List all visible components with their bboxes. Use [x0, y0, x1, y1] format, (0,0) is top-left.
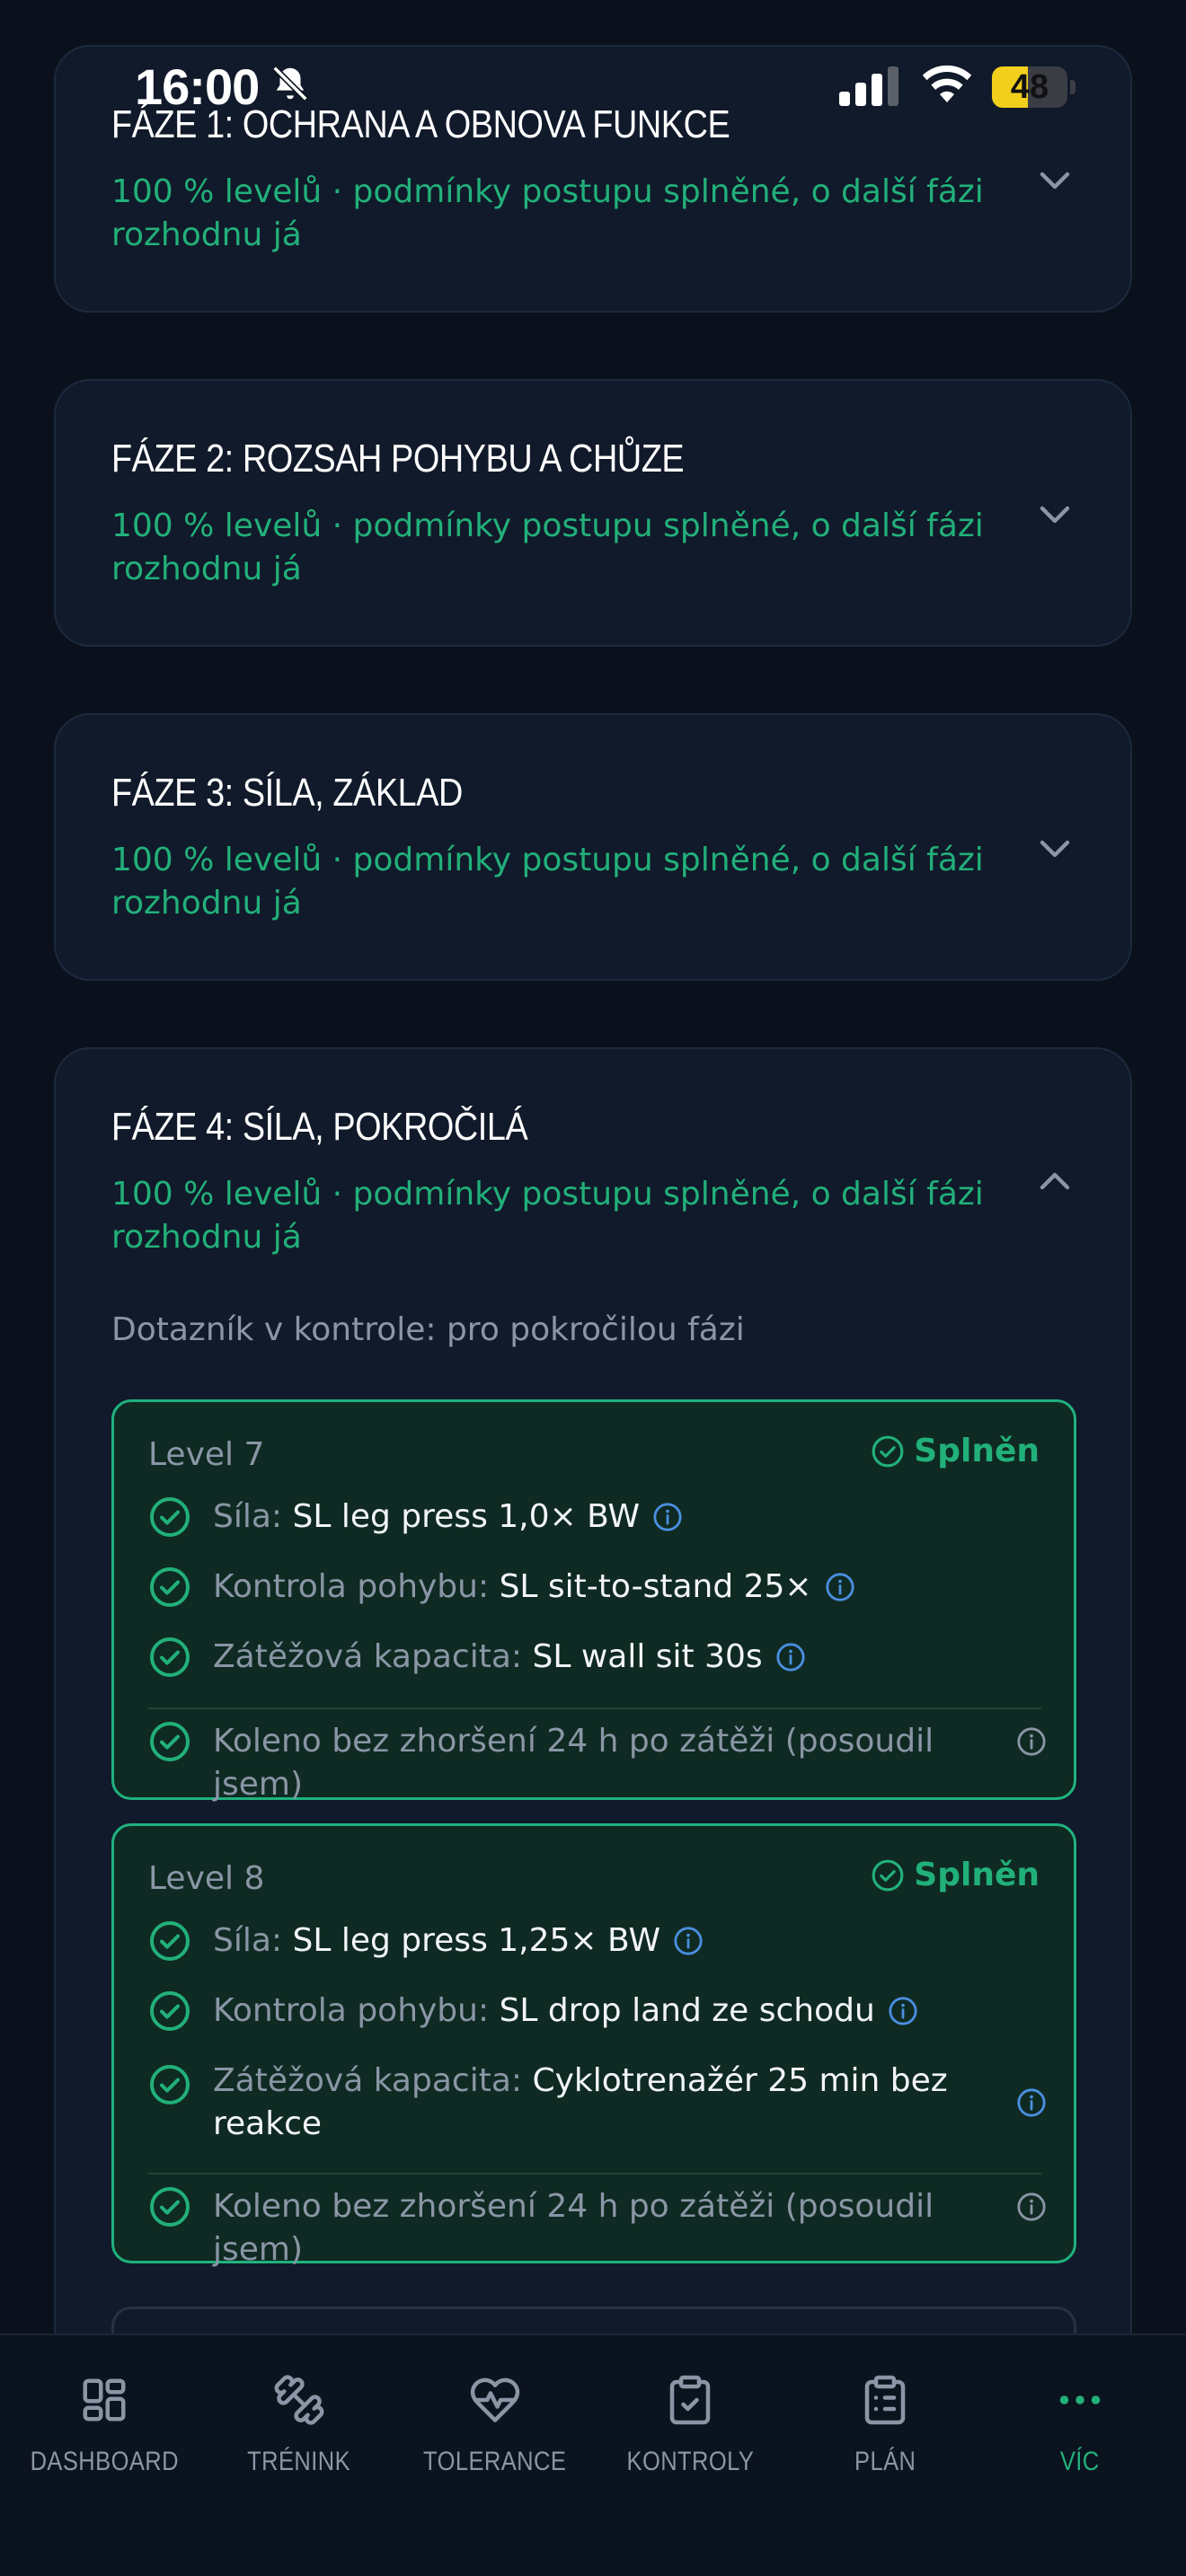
dashboard-grid-icon: [83, 2378, 126, 2422]
level-title: Level 8: [148, 1860, 265, 1897]
requirement-text: Síla: SL leg press 1,0× BW: [213, 1495, 640, 1539]
nav-label: PLÁN: [854, 2447, 916, 2476]
requirement-label: Kontrola pohybu:: [213, 1568, 490, 1605]
check-circle-icon: [150, 1497, 190, 1537]
bottom-navigation: DASHBOARD TRÉNINK TOLERANCE KONTROLY PLÁ…: [0, 2333, 1186, 2576]
nav-trenink[interactable]: TRÉNINK: [202, 2373, 396, 2517]
info-icon[interactable]: [673, 1926, 704, 1956]
requirement-text: Kontrola pohybu: SL sit-to-stand 25×: [213, 1566, 812, 1609]
check-circle-icon: [150, 2065, 190, 2104]
check-circle-icon: [150, 1637, 190, 1677]
chevron-down-icon[interactable]: [1033, 826, 1076, 869]
level-card-next[interactable]: [111, 2307, 1076, 2335]
requirement-value: SL wall sit 30s: [532, 1638, 763, 1675]
phase-progress-text: 100 % levelů · podmínky postupu splněné,…: [111, 173, 984, 253]
requirement-row: Kontrola pohybu: SL sit-to-stand 25×: [148, 1566, 1047, 1609]
more-dots-icon: [1059, 2395, 1101, 2404]
nav-label: DASHBOARD: [30, 2447, 179, 2476]
nav-label: TRÉNINK: [247, 2447, 351, 2476]
status-time: 16:00: [135, 58, 260, 115]
dumbbell-icon: [274, 2375, 324, 2425]
requirement-text: Zátěžová kapacita: Cyklotrenažér 25 min …: [213, 2060, 968, 2146]
requirement-row: Zátěžová kapacita: SL wall sit 30s: [148, 1636, 1047, 1679]
requirement-text: Síla: SL leg press 1,25× BW: [213, 1919, 660, 1963]
level-card-8[interactable]: Level 8 Splněn Síla: SL leg press 1,25× …: [111, 1823, 1076, 2268]
check-circle-icon: [150, 2187, 190, 2227]
phase-card-2[interactable]: FÁZE 2: ROZSAH POHYBU A CHŮZE 100 % leve…: [54, 379, 1132, 647]
clipboard-list-icon: [864, 2375, 906, 2425]
info-icon[interactable]: [825, 1572, 855, 1602]
check-circle-icon: [150, 1921, 190, 1961]
requirement-value: SL leg press 1,25× BW: [292, 1922, 661, 1959]
divider: [148, 2173, 1041, 2175]
knee-check-text: Koleno bez zhoršení 24 h po zátěži (poso…: [213, 2188, 934, 2268]
requirement-label: Síla:: [213, 1498, 283, 1535]
check-circle-icon: [872, 1435, 904, 1467]
requirement-value: SL leg press 1,0× BW: [292, 1498, 641, 1535]
phase-progress-text: 100 % levelů · podmínky postupu splněné,…: [111, 507, 984, 587]
requirement-row: Kontrola pohybu: SL drop land ze schodu: [148, 1989, 1047, 2033]
level-title: Level 7: [148, 1436, 265, 1473]
heart-pulse-icon: [470, 2378, 520, 2422]
knee-check-row: Koleno bez zhoršení 24 h po zátěži (poso…: [148, 2185, 1047, 2272]
phase-title: FÁZE 4: SÍLA, POKROČILÁ: [111, 1105, 528, 1149]
nav-label: TOLERANCE: [423, 2447, 567, 2476]
nav-plan[interactable]: PLÁN: [788, 2373, 982, 2517]
nav-label: KONTROLY: [626, 2447, 754, 2476]
chevron-up-icon[interactable]: [1033, 1160, 1076, 1204]
phases-scroll-area[interactable]: FÁZE 1: OCHRANA A OBNOVA FUNKCE 100 % le…: [0, 0, 1186, 2335]
requirement-row: Síla: SL leg press 1,25× BW: [148, 1919, 1047, 1963]
phase-title: FÁZE 2: ROZSAH POHYBU A CHŮZE: [111, 437, 685, 481]
phase-card-4[interactable]: FÁZE 4: SÍLA, POKROČILÁ 100 % levelů · p…: [54, 1047, 1132, 2335]
nav-tolerance[interactable]: TOLERANCE: [398, 2373, 592, 2517]
chevron-down-icon[interactable]: [1033, 492, 1076, 535]
requirement-label: Kontrola pohybu:: [213, 1992, 490, 2029]
nav-vic[interactable]: VÍC: [983, 2373, 1177, 2517]
level-card-7[interactable]: Level 7 Splněn Síla: SL leg press 1,0× B…: [111, 1399, 1076, 1803]
phase-card-3[interactable]: FÁZE 3: SÍLA, ZÁKLAD 100 % levelů · podm…: [54, 713, 1132, 981]
nav-dashboard[interactable]: DASHBOARD: [7, 2373, 201, 2517]
level-status-badge: Splněn: [871, 1857, 1040, 1893]
check-circle-icon: [150, 1722, 190, 1761]
requirement-row: Zátěžová kapacita: Cyklotrenažér 25 min …: [148, 2060, 1047, 2146]
level-status-text: Splněn: [914, 1433, 1040, 1469]
requirement-text: Zátěžová kapacita: SL wall sit 30s: [213, 1636, 763, 1679]
requirement-text: Kontrola pohybu: SL drop land ze schodu: [213, 1989, 875, 2033]
knee-check-row: Koleno bez zhoršení 24 h po zátěži (poso…: [148, 1720, 1047, 1806]
questionnaire-note: Dotazník v kontrole: pro pokročilou fázi: [111, 1311, 745, 1348]
check-circle-icon: [150, 1567, 190, 1607]
clipboard-check-icon: [669, 2375, 711, 2425]
info-icon[interactable]: [652, 1502, 683, 1532]
chevron-down-icon[interactable]: [1033, 158, 1076, 201]
phase-title: FÁZE 3: SÍLA, ZÁKLAD: [111, 771, 463, 815]
requirement-value: SL drop land ze schodu: [499, 1992, 875, 2029]
requirement-row: Síla: SL leg press 1,0× BW: [148, 1495, 1047, 1539]
info-icon[interactable]: [1016, 1726, 1047, 1757]
requirement-label: Zátěžová kapacita:: [213, 1638, 523, 1675]
info-icon[interactable]: [775, 1642, 806, 1672]
nav-label: VÍC: [1060, 2447, 1100, 2476]
knee-check-text: Koleno bez zhoršení 24 h po zátěži (poso…: [213, 1723, 934, 1803]
level-status-text: Splněn: [914, 1857, 1040, 1893]
check-circle-icon: [150, 1991, 190, 2031]
requirement-label: Zátěžová kapacita:: [213, 2062, 523, 2099]
check-circle-icon: [872, 1859, 904, 1891]
info-icon[interactable]: [1016, 2192, 1047, 2222]
requirement-label: Síla:: [213, 1922, 283, 1959]
phase-progress-text: 100 % levelů · podmínky postupu splněné,…: [111, 1176, 984, 1256]
level-status-badge: Splněn: [871, 1433, 1040, 1469]
nav-kontroly[interactable]: KONTROLY: [593, 2373, 787, 2517]
divider: [148, 1707, 1041, 1709]
phase-progress-text: 100 % levelů · podmínky postupu splněné,…: [111, 842, 984, 922]
info-icon[interactable]: [888, 1996, 918, 2026]
info-icon[interactable]: [1016, 2087, 1047, 2118]
requirement-value: SL sit-to-stand 25×: [499, 1568, 812, 1605]
